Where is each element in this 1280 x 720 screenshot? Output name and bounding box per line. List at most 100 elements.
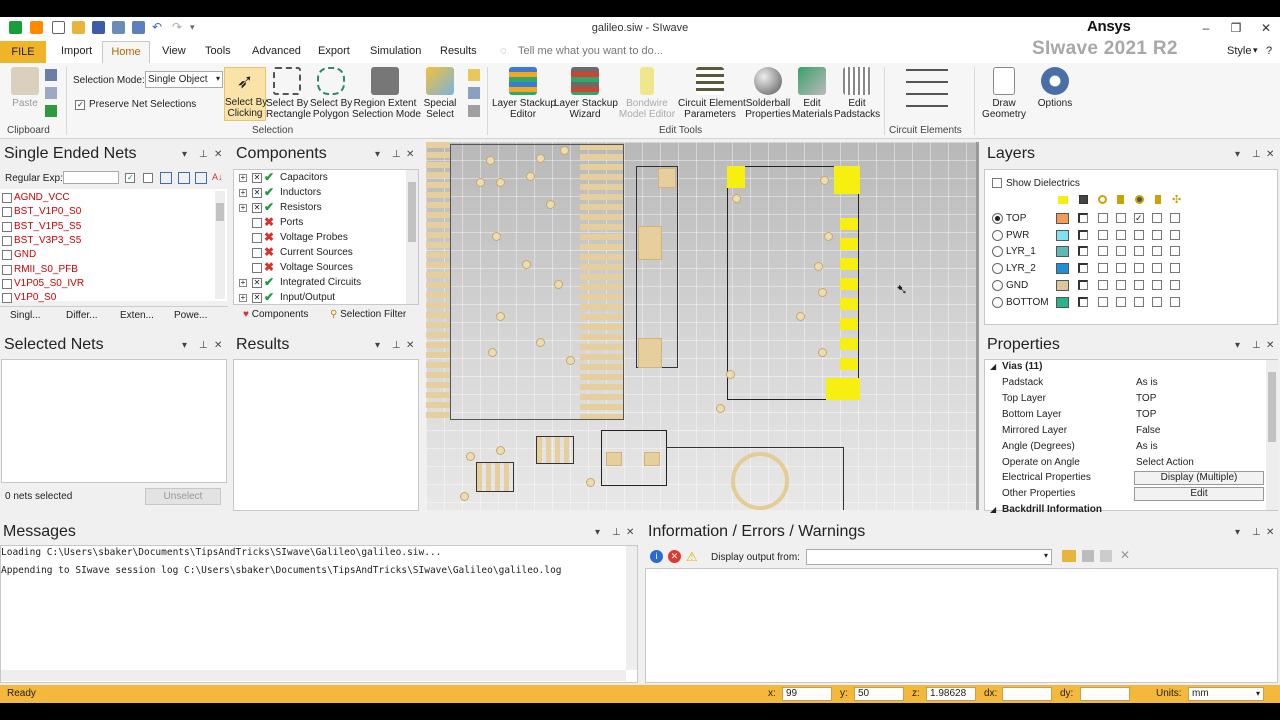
close-icon[interactable]: ✕	[406, 340, 414, 351]
layer-option-checkbox[interactable]	[1116, 229, 1126, 240]
panel-menu-icon[interactable]: ▾	[375, 149, 380, 160]
tab-simulation[interactable]: Simulation	[370, 45, 421, 57]
component-item[interactable]: Ports	[280, 217, 303, 228]
draw-geometry-button[interactable]: Draw Geometry	[978, 67, 1030, 120]
layer-color-swatch[interactable]	[1056, 246, 1069, 258]
units-select[interactable]: mm ▾	[1188, 687, 1264, 701]
tab-differential[interactable]: Differ...	[66, 310, 98, 321]
other-properties-edit-button[interactable]: Edit	[1134, 487, 1264, 502]
grid-icon[interactable]	[178, 172, 190, 184]
net-checkbox[interactable]	[2, 264, 12, 275]
panel-menu-icon[interactable]: ▾	[182, 149, 187, 160]
select-tool-icon[interactable]	[468, 69, 480, 81]
layer-color-swatch[interactable]	[1056, 263, 1069, 275]
layer-color-swatch[interactable]	[1056, 229, 1069, 241]
layer-option-checkbox[interactable]	[1170, 279, 1180, 290]
layer-option-checkbox[interactable]	[1098, 213, 1108, 223]
copy-icon[interactable]	[1100, 550, 1112, 562]
y-field[interactable]: 50	[854, 687, 904, 701]
tab-components[interactable]: ♥ Components	[243, 309, 308, 320]
component-item[interactable]: Voltage Probes	[280, 232, 348, 243]
messages-scrollbar[interactable]	[626, 546, 637, 670]
layer-option-checkbox[interactable]	[1134, 279, 1144, 290]
tab-selection-filter[interactable]: ⚲ Selection Filter	[330, 309, 406, 320]
restore-icon[interactable]: ❐	[1222, 19, 1250, 37]
component-checkbox[interactable]	[252, 248, 262, 258]
circuit-element-parameters-button[interactable]: Circuit Element Parameters	[678, 67, 746, 120]
layer-radio[interactable]	[992, 229, 1003, 241]
component-item[interactable]: Input/Output	[280, 292, 335, 303]
cut-icon[interactable]	[45, 69, 57, 81]
component-item[interactable]: Voltage Sources	[280, 262, 353, 273]
tab-export[interactable]: Export	[318, 45, 350, 57]
select-by-polygon-button[interactable]: Select By Polygon	[310, 67, 352, 120]
component-checkbox[interactable]: ✕	[252, 173, 262, 183]
minimize-icon[interactable]: –	[1192, 19, 1220, 37]
component-item[interactable]: Capacitors	[280, 172, 328, 183]
expand-icon[interactable]: +	[239, 174, 247, 182]
pin-icon[interactable]: ⊥	[392, 340, 401, 351]
layer-option-checkbox[interactable]: ✓	[1134, 213, 1144, 223]
pin-icon[interactable]: ⊥	[1252, 340, 1261, 351]
grid-icon[interactable]	[195, 172, 207, 184]
nets-scrollbar[interactable]	[215, 191, 225, 299]
expand-icon[interactable]: +	[239, 294, 247, 302]
style-menu[interactable]: Style	[1227, 45, 1251, 57]
paste-button[interactable]: Paste	[10, 67, 40, 109]
properties-scrollbar[interactable]	[1266, 360, 1278, 510]
solderball-properties-button[interactable]: Solderball Properties	[744, 67, 792, 120]
circuit-elements-icon[interactable]	[906, 69, 948, 109]
net-item[interactable]: BST_V1P0_S0	[14, 206, 81, 217]
net-checkbox[interactable]	[2, 221, 12, 232]
layer-color-swatch[interactable]	[1056, 213, 1069, 224]
layer-color-swatch[interactable]	[1056, 296, 1069, 308]
layer-option-checkbox[interactable]	[1116, 263, 1126, 274]
panel-menu-icon[interactable]: ▾	[1235, 527, 1240, 538]
component-checkbox[interactable]: ✕	[252, 278, 262, 288]
layer-visible-checkbox[interactable]	[1078, 246, 1088, 257]
options-button[interactable]: Options	[1034, 67, 1076, 109]
grid-icon[interactable]	[160, 172, 172, 184]
edit-materials-button[interactable]: Edit Materials	[792, 67, 833, 120]
messages-hscrollbar[interactable]	[1, 670, 626, 681]
layer-color-swatch[interactable]	[1056, 279, 1069, 291]
display-output-select[interactable]: ▾	[806, 549, 1052, 565]
error-icon[interactable]: ✕	[668, 550, 681, 563]
component-checkbox[interactable]	[252, 233, 262, 243]
filter-checkbox[interactable]: ✓	[125, 173, 135, 183]
net-item[interactable]: GND	[14, 249, 36, 260]
tab-single-ended[interactable]: Singl...	[10, 310, 41, 321]
close-icon[interactable]: ✕	[1266, 527, 1274, 538]
info-icon[interactable]: i	[650, 550, 663, 563]
layer-option-checkbox[interactable]	[1098, 263, 1108, 274]
net-item[interactable]: BST_V1P5_S5	[14, 221, 81, 232]
tab-tools[interactable]: Tools	[205, 45, 231, 57]
layer-option-checkbox[interactable]	[1170, 263, 1180, 274]
edit-padstacks-button[interactable]: Edit Padstacks	[834, 67, 880, 120]
net-checkbox[interactable]	[2, 193, 12, 203]
expand-icon[interactable]: +	[239, 204, 247, 212]
collapse-icon[interactable]: ◢	[990, 505, 996, 514]
select-tool-icon[interactable]	[468, 87, 480, 99]
net-item[interactable]: AGND_VCC	[14, 192, 70, 203]
special-select-button[interactable]: Special Select	[420, 67, 460, 120]
x-field[interactable]: 99	[782, 687, 832, 701]
components-scrollbar[interactable]	[406, 170, 418, 304]
help-icon[interactable]: ?	[1266, 45, 1272, 57]
pin-icon[interactable]: ⊥	[199, 340, 208, 351]
canvas-scrollbar[interactable]	[976, 142, 979, 510]
warning-icon[interactable]: ⚠	[686, 549, 698, 565]
layer-option-checkbox[interactable]	[1098, 296, 1108, 307]
layer-option-checkbox[interactable]	[1152, 296, 1162, 307]
clear-icon[interactable]: ✕	[1120, 548, 1130, 562]
layer-option-checkbox[interactable]	[1152, 213, 1162, 223]
tab-file[interactable]: FILE	[0, 41, 46, 63]
tab-home[interactable]: Home	[102, 41, 150, 63]
tab-results[interactable]: Results	[440, 45, 477, 57]
layout-canvas[interactable]: ➷	[426, 142, 976, 510]
component-checkbox[interactable]: ✕	[252, 188, 262, 198]
net-checkbox[interactable]	[2, 278, 12, 289]
layer-option-checkbox[interactable]	[1116, 279, 1126, 290]
layer-option-checkbox[interactable]	[1152, 246, 1162, 257]
panel-menu-icon[interactable]: ▾	[375, 340, 380, 351]
